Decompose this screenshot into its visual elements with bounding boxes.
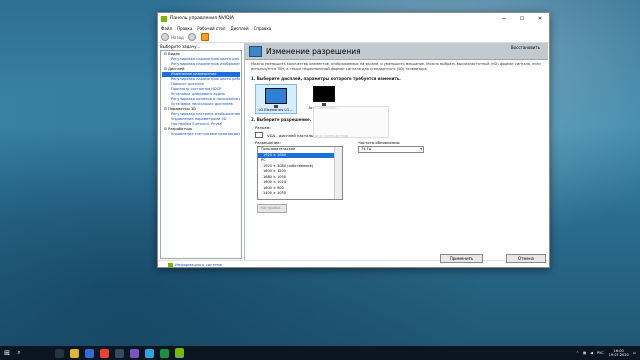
start-button[interactable]: ⊞ [0,349,14,357]
clock-date: 19.07.2020 [608,353,629,357]
explorer-icon[interactable] [70,348,79,358]
tree-item[interactable]: Управление счетчиками производительности [162,132,240,137]
menu-edit[interactable]: Правка [177,26,192,31]
taskbar: ⊞ ⌕ ^ ▦ ◀ РУС 16:00 19.07.2020 ▭ [0,346,640,360]
step-2-heading: 2. Выберите разрешение. [251,117,312,122]
terminal-icon[interactable] [160,348,169,358]
refresh-rate-label: Частота обновления: [358,140,401,145]
monitor-option[interactable]: LG Electronics LG ... [255,84,297,114]
forward-arrow-icon[interactable] [187,33,196,41]
page-title: Изменение разрешения [266,46,361,56]
system-info-link[interactable]: Информация о системе [168,262,222,267]
back-arrow-icon[interactable] [161,33,169,41]
restore-defaults-link[interactable]: Восстановить [511,45,540,50]
language-indicator[interactable]: РУС [597,351,604,355]
title-bar[interactable]: Панель управления NVIDIA — ☐ ✕ [158,13,549,24]
menu-display[interactable]: Дисплей [230,26,248,31]
resolution-scrollbar[interactable] [334,147,342,199]
back-button-label[interactable]: Назад [171,35,184,40]
cancel-button[interactable]: Отмена [506,254,546,263]
system-info-icon [168,262,173,267]
volume-icon[interactable]: ◀ [590,351,593,355]
taskbar-apps [52,348,187,358]
resolution-page-icon [249,45,262,57]
resolution-list[interactable]: Пользовательское 1920 × 1080 PC 1920 × 1080… [257,146,343,200]
nvidia-app-icon [161,15,167,22]
close-button[interactable]: ✕ [531,16,549,22]
page-description: Можно уменьшить количество элементов, от… [251,62,541,71]
resolution-option[interactable]: 1400 × 1050 [258,191,342,197]
notifications-icon[interactable]: ▭ [633,351,636,355]
task-panel-header: Выберите задачу... [160,44,201,49]
minimize-button[interactable]: — [495,16,513,22]
monitor-icon [313,86,335,102]
monitor-icon [265,88,287,104]
tray-chevron-icon[interactable]: ^ [576,351,579,355]
resolution-area: Разрешение: Пользовательское 1920 × 1080 P… [255,106,548,200]
monitor-label: LG Electronics LG ... [258,108,294,112]
home-icon[interactable] [200,33,209,41]
chevron-down-icon: ▾ [420,147,422,151]
connector-label: Разъем: [255,125,271,130]
system-tray: ^ ▦ ◀ РУС 16:00 19.07.2020 ▭ [572,349,636,358]
content-header: Изменение разрешения Восстановить [245,43,548,60]
customize-button[interactable]: Настройка... [257,204,287,213]
menu-desktop[interactable]: Рабочий стол [197,26,225,31]
step-1-heading: 1. Выберите дисплей, параметры которого … [251,76,401,81]
nvidia-control-panel-window: Панель управления NVIDIA — ☐ ✕ Файл Прав… [157,12,550,268]
search-icon[interactable]: ⌕ [14,349,24,357]
task-tree[interactable]: ⊟ Видео Регулировка параметров цвета для … [160,50,242,259]
refresh-rate-value: 74 Гц [361,147,372,151]
viber-icon[interactable] [130,348,139,358]
maximize-button[interactable]: ☐ [513,16,531,22]
steam-icon[interactable] [115,348,124,358]
network-icon[interactable]: ▦ [583,351,586,355]
chrome-icon[interactable] [100,348,109,358]
telegram-icon[interactable] [145,348,154,358]
nvidia-icon[interactable] [175,348,184,358]
resolution-label: Разрешение: [255,140,281,145]
menu-bar: Файл Правка Рабочий стол Дисплей Справка [158,24,549,32]
refresh-rate-select[interactable]: 74 Гц ▾ [358,146,424,153]
task-panel: Выберите задачу... ⊟ Видео Регулировка па… [158,43,245,260]
mail-icon[interactable] [85,348,94,358]
bottom-bar: Информация о системе Применить Отмена [158,254,549,267]
monitor-tile: LG Electronics LG ... [255,84,297,114]
clock[interactable]: 16:00 19.07.2020 [609,349,629,358]
tooltip-overlay [313,106,389,138]
toolbar: Назад [158,32,549,43]
monitor-selector: LG Electronics LG ...Acer Communic... [255,84,548,114]
content-panel: Изменение разрешения Восстановить Можно … [245,43,548,260]
menu-file[interactable]: Файл [161,26,172,31]
menu-help[interactable]: Справка [254,26,272,31]
task-view-icon[interactable] [55,348,64,358]
apply-button[interactable]: Применить [440,254,483,263]
system-info-label: Информация о системе [175,262,222,267]
window-title: Панель управления NVIDIA [170,16,234,21]
